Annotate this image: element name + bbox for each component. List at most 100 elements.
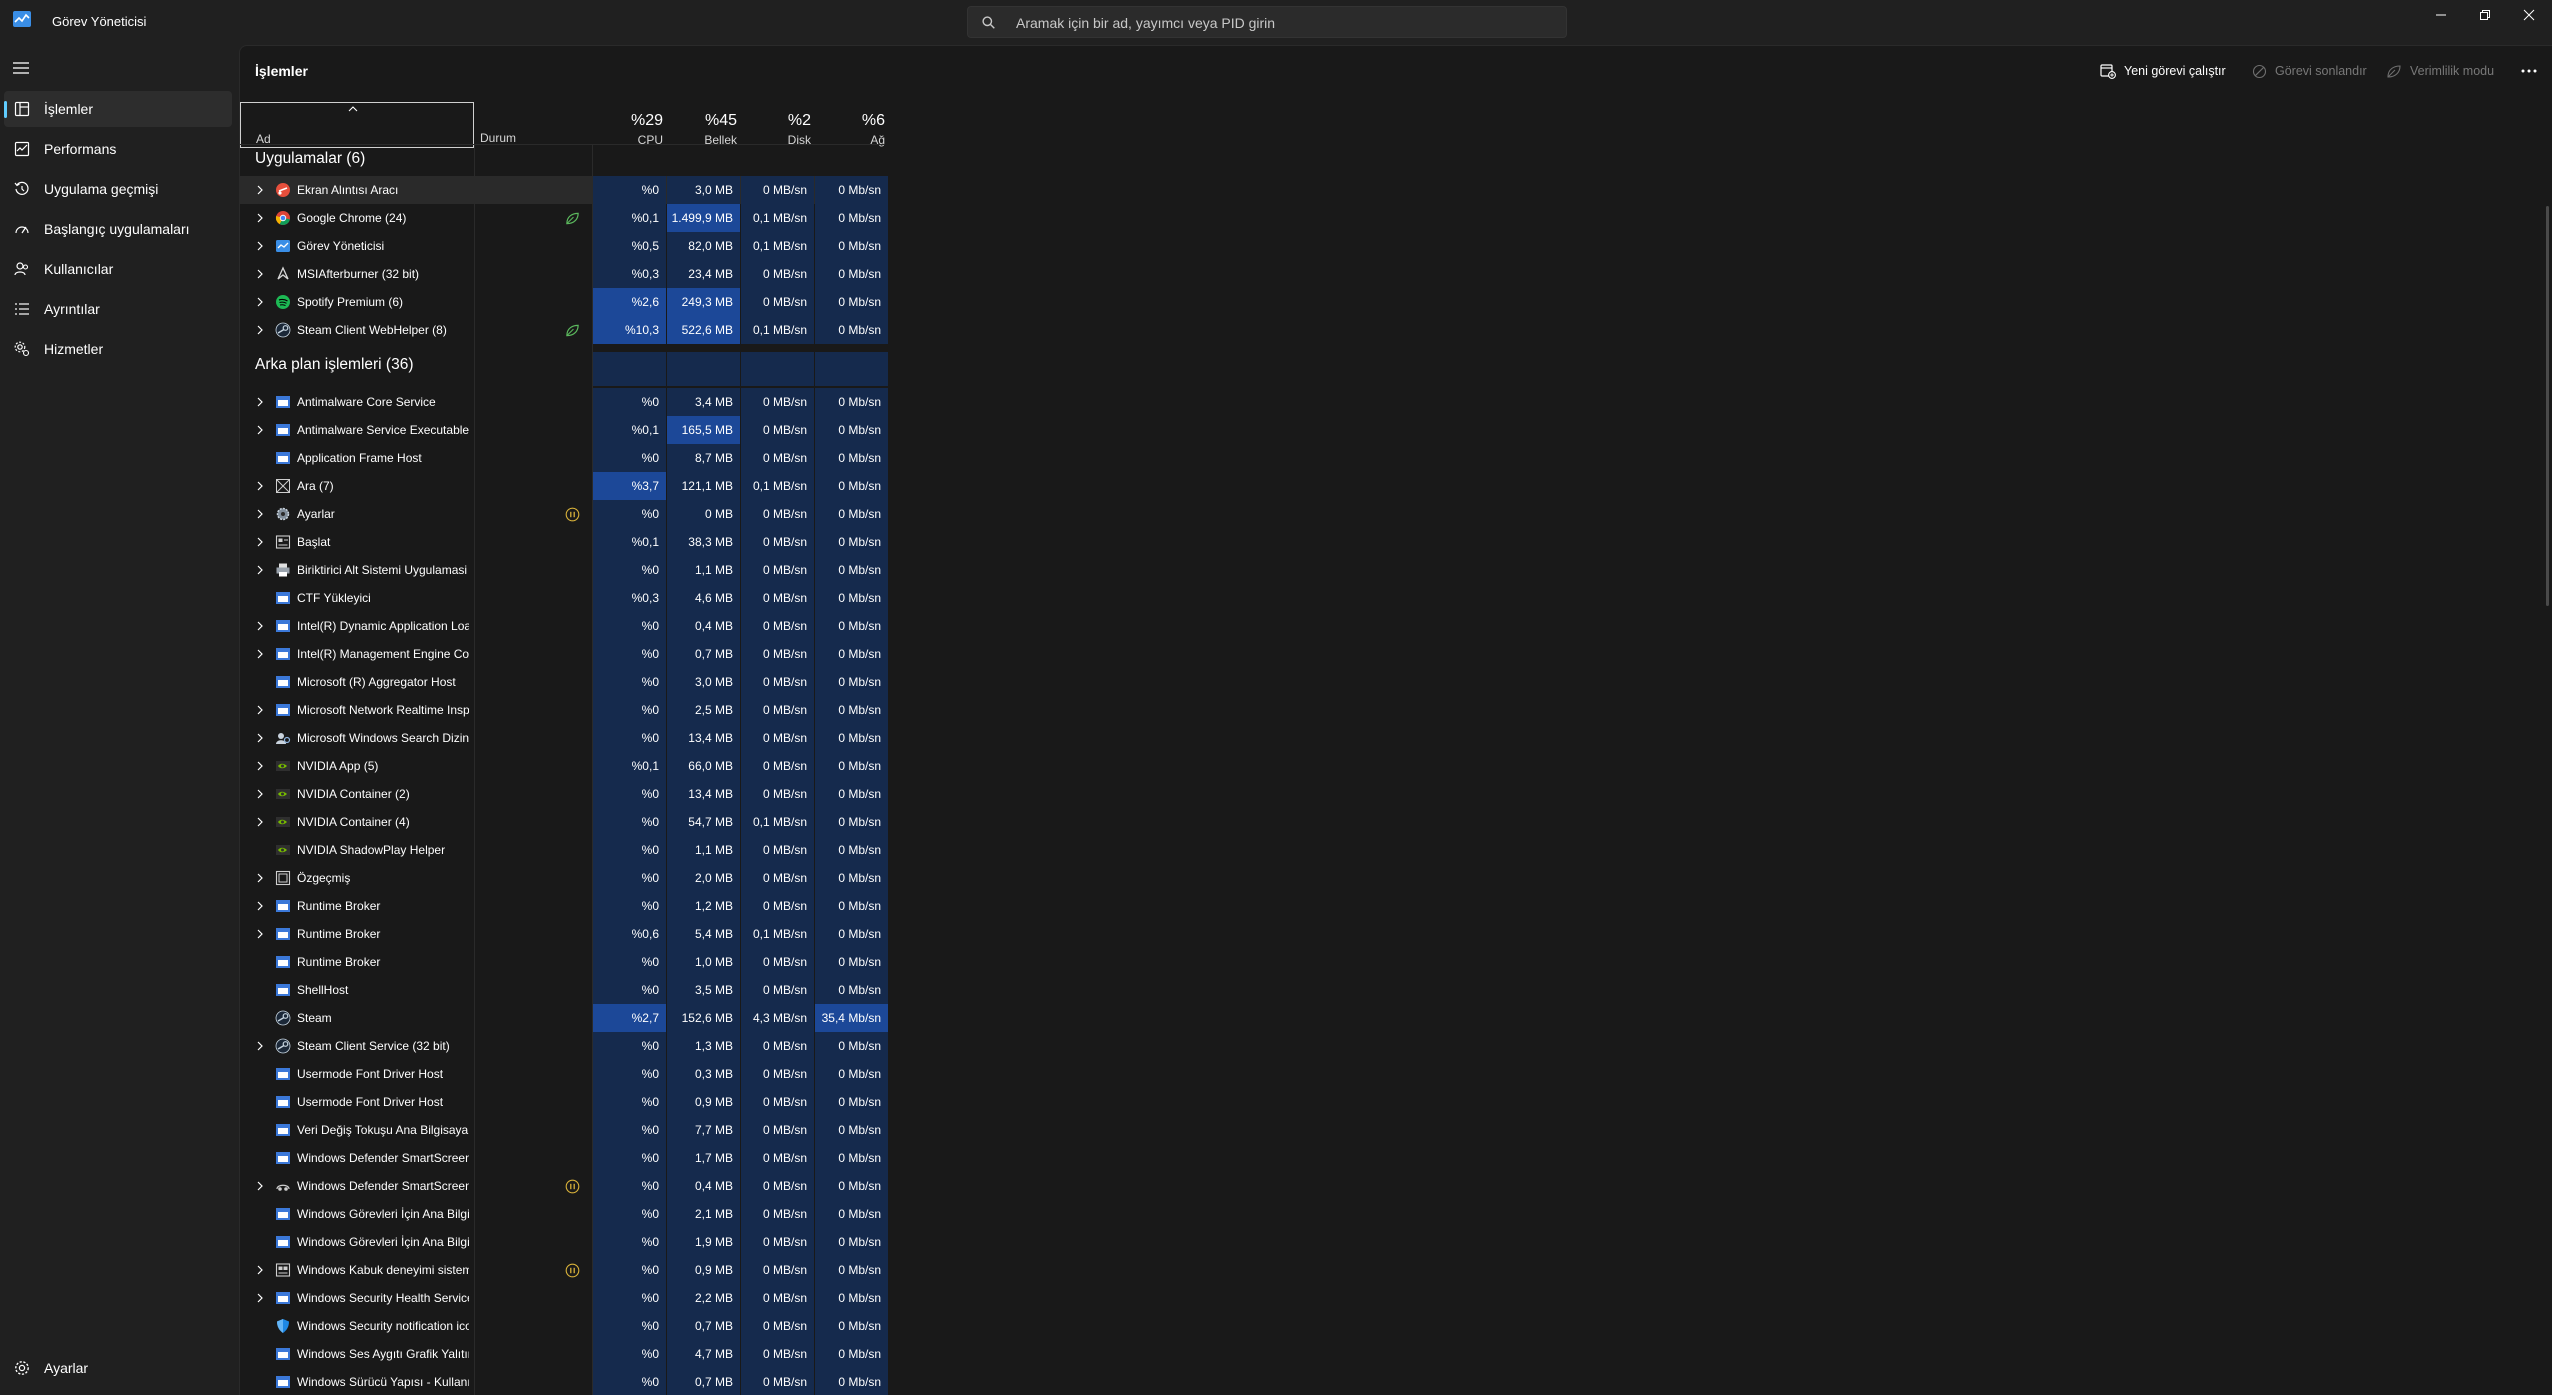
process-row[interactable]: Görev Yöneticisi %0,5 82,0 MB 0,1 MB/sn 0 Mb… bbox=[240, 232, 888, 260]
status-column-header[interactable]: Durum bbox=[480, 131, 516, 145]
process-row[interactable]: Steam Client Service (32 bit) %0 1,3 MB 0 M… bbox=[240, 1032, 888, 1060]
efficiency-mode-button[interactable]: Verimlilik modu bbox=[2386, 60, 2494, 82]
process-row[interactable]: MSIAfterburner (32 bit) %0,3 23,4 MB 0 MB/s… bbox=[240, 260, 888, 288]
network-column-header[interactable]: %6 Ağ bbox=[815, 102, 889, 148]
chevron-right-icon[interactable] bbox=[255, 425, 265, 435]
sidebar-item-users[interactable]: Kullanıcılar bbox=[4, 251, 232, 287]
process-row[interactable]: Windows Sürücü Yapısı - Kullanıcı %0 0,7 M… bbox=[240, 1368, 888, 1395]
process-row[interactable]: Application Frame Host %0 8,7 MB 0 MB/sn 0 M… bbox=[240, 444, 888, 472]
chevron-right-icon[interactable] bbox=[255, 649, 265, 659]
process-row[interactable]: Windows Görevleri İçin Ana Bilgisayar %01… bbox=[240, 1228, 888, 1256]
process-row[interactable]: ShellHost %0 3,5 MB 0 MB/sn 0 Mb/sn bbox=[240, 976, 888, 1004]
chevron-right-icon[interactable] bbox=[255, 537, 265, 547]
sidebar-item-performance[interactable]: Performans bbox=[4, 131, 232, 167]
hamburger-menu-icon[interactable] bbox=[12, 61, 30, 75]
process-row[interactable]: Ara (7) %3,7 121,1 MB 0,1 MB/sn 0 Mb/sn bbox=[240, 472, 888, 500]
process-row[interactable]: Ekran Alıntısı Aracı %0 3,0 MB 0 MB/sn 0 Mb/… bbox=[240, 176, 888, 204]
process-row[interactable]: Runtime Broker %0 1,0 MB 0 MB/sn 0 Mb/sn bbox=[240, 948, 888, 976]
process-row[interactable]: Microsoft (R) Aggregator Host %0 3,0 MB 0 M… bbox=[240, 668, 888, 696]
chevron-right-icon[interactable] bbox=[255, 621, 265, 631]
chevron-right-icon[interactable] bbox=[255, 789, 265, 799]
memory-cell: 0,4 MB bbox=[667, 612, 740, 640]
process-row[interactable]: Spotify Premium (6) %2,6 249,3 MB 0 MB/sn 0 … bbox=[240, 288, 888, 316]
network-cell: 0 Mb/sn bbox=[815, 472, 888, 500]
network-cell: 0 Mb/sn bbox=[815, 556, 888, 584]
process-row[interactable]: Özgeçmiş %0 2,0 MB 0 MB/sn 0 Mb/sn bbox=[240, 864, 888, 892]
process-row[interactable]: Windows Görevleri İçin Ana Bilgisayar %02… bbox=[240, 1200, 888, 1228]
chevron-right-icon[interactable] bbox=[255, 1041, 265, 1051]
memory-column-header[interactable]: %45 Bellek bbox=[667, 102, 741, 148]
name-column-header[interactable]: Ad bbox=[240, 102, 474, 148]
process-row[interactable]: Antimalware Core Service %0 3,4 MB 0 MB/sn 0… bbox=[240, 388, 888, 416]
chevron-right-icon[interactable] bbox=[255, 397, 265, 407]
sidebar-item-settings[interactable]: Ayarlar bbox=[4, 1350, 232, 1386]
window-app-icon bbox=[276, 676, 290, 688]
sidebar-item-startup-apps[interactable]: Başlangıç uygulamaları bbox=[4, 211, 232, 247]
chevron-right-icon[interactable] bbox=[255, 269, 265, 279]
process-row[interactable]: Google Chrome (24) %0,1 1.499,9 MB 0,1 MB/s… bbox=[240, 204, 888, 232]
chevron-right-icon[interactable] bbox=[255, 213, 265, 223]
process-row[interactable]: CTF Yükleyici %0,3 4,6 MB 0 MB/sn 0 Mb/sn bbox=[240, 584, 888, 612]
minimize-button[interactable] bbox=[2418, 0, 2464, 30]
chevron-right-icon[interactable] bbox=[255, 733, 265, 743]
chevron-right-icon[interactable] bbox=[255, 297, 265, 307]
steam-icon bbox=[275, 1010, 291, 1026]
network-cell: 0 Mb/sn bbox=[815, 1312, 888, 1340]
chevron-right-icon[interactable] bbox=[255, 241, 265, 251]
process-row[interactable]: NVIDIA Container (4) %0 54,7 MB 0,1 MB/sn 0 … bbox=[240, 808, 888, 836]
cpu-column-header[interactable]: %29 CPU bbox=[593, 102, 667, 148]
process-row[interactable]: Windows Ses Aygıtı Grafik Yalıtımı %0 4,7 … bbox=[240, 1340, 888, 1368]
process-row[interactable]: Ayarlar %0 0 MB 0 MB/sn 0 Mb/sn bbox=[240, 500, 888, 528]
end-task-button[interactable]: Görevi sonlandır bbox=[2252, 60, 2367, 82]
process-row[interactable]: Runtime Broker %0,6 5,4 MB 0,1 MB/sn 0 Mb/sn bbox=[240, 920, 888, 948]
vertical-scrollbar[interactable] bbox=[2546, 206, 2549, 606]
process-row[interactable]: NVIDIA Container (2) %0 13,4 MB 0 MB/sn 0 Mb… bbox=[240, 780, 888, 808]
process-row[interactable]: Windows Defender SmartScreen %0 0,4 MB 0 MB… bbox=[240, 1172, 888, 1200]
sidebar-item-processes[interactable]: İşlemler bbox=[4, 91, 232, 127]
close-button[interactable] bbox=[2506, 0, 2552, 30]
process-row[interactable]: Başlat %0,1 38,3 MB 0 MB/sn 0 Mb/sn bbox=[240, 528, 888, 556]
chevron-right-icon[interactable] bbox=[255, 705, 265, 715]
process-row[interactable]: Steam %2,7 152,6 MB 4,3 MB/sn 35,4 Mb/sn bbox=[240, 1004, 888, 1032]
chevron-right-icon[interactable] bbox=[255, 185, 265, 195]
process-row[interactable]: Intel(R) Dynamic Application Loader %00,4… bbox=[240, 612, 888, 640]
restore-button[interactable] bbox=[2462, 0, 2508, 30]
network-cell: 0 Mb/sn bbox=[815, 752, 888, 780]
chevron-right-icon[interactable] bbox=[255, 817, 265, 827]
search-input[interactable]: Aramak için bir ad, yayımcı veya PID gir… bbox=[967, 6, 1567, 38]
process-row[interactable]: Windows Security notification icon %0 0,7 … bbox=[240, 1312, 888, 1340]
run-new-task-button[interactable]: Yeni görevi çalıştır bbox=[2100, 60, 2226, 82]
process-row[interactable]: Intel(R) Management Engine Components%00… bbox=[240, 640, 888, 668]
process-row[interactable]: Windows Defender SmartScreen %0 1,7 MB 0 MB… bbox=[240, 1144, 888, 1172]
process-row[interactable]: Microsoft Windows Search Dizin Oluşturuc… bbox=[240, 724, 888, 752]
more-options-icon[interactable] bbox=[2518, 60, 2540, 82]
chevron-right-icon[interactable] bbox=[255, 873, 265, 883]
process-row[interactable]: Runtime Broker %0 1,2 MB 0 MB/sn 0 Mb/sn bbox=[240, 892, 888, 920]
process-row[interactable]: Usermode Font Driver Host %0 0,3 MB 0 MB/sn… bbox=[240, 1060, 888, 1088]
chevron-right-icon[interactable] bbox=[255, 901, 265, 911]
process-row[interactable]: Steam Client WebHelper (8) %10,3 522,6 MB 0… bbox=[240, 316, 888, 344]
process-row[interactable]: Windows Security Health Service %0 2,2 MB 0… bbox=[240, 1284, 888, 1312]
chevron-right-icon[interactable] bbox=[255, 325, 265, 335]
process-row[interactable]: Antimalware Service Executable %0,1 165,5 … bbox=[240, 416, 888, 444]
chevron-right-icon[interactable] bbox=[255, 929, 265, 939]
process-row[interactable]: Usermode Font Driver Host %0 0,9 MB 0 MB/sn… bbox=[240, 1088, 888, 1116]
chevron-right-icon[interactable] bbox=[255, 565, 265, 575]
process-row[interactable]: Biriktirici Alt Sistemi Uygulamasi %0 1,1 … bbox=[240, 556, 888, 584]
chevron-right-icon[interactable] bbox=[255, 1181, 265, 1191]
chevron-right-icon[interactable] bbox=[255, 509, 265, 519]
chevron-right-icon[interactable] bbox=[255, 1293, 265, 1303]
process-row[interactable]: Veri Değiş Tokuşu Ana Bilgisayarı %0 7,7 M… bbox=[240, 1116, 888, 1144]
process-row[interactable]: Microsoft Network Realtime Inspection %02… bbox=[240, 696, 888, 724]
process-row[interactable]: NVIDIA ShadowPlay Helper %0 1,1 MB 0 MB/sn 0… bbox=[240, 836, 888, 864]
cpu-cell: %0 bbox=[593, 1116, 666, 1144]
process-row[interactable]: NVIDIA App (5) %0,1 66,0 MB 0 MB/sn 0 Mb/sn bbox=[240, 752, 888, 780]
chevron-right-icon[interactable] bbox=[255, 761, 265, 771]
sidebar-item-app-history[interactable]: Uygulama geçmişi bbox=[4, 171, 232, 207]
sidebar-item-details[interactable]: Ayrıntılar bbox=[4, 291, 232, 327]
chevron-right-icon[interactable] bbox=[255, 481, 265, 491]
process-row[interactable]: Windows Kabuk deneyimi sistemi %0 0,9 MB 0 … bbox=[240, 1256, 888, 1284]
sidebar-item-services[interactable]: Hizmetler bbox=[4, 331, 232, 367]
chevron-right-icon[interactable] bbox=[255, 1265, 265, 1275]
disk-column-header[interactable]: %2 Disk bbox=[741, 102, 815, 148]
